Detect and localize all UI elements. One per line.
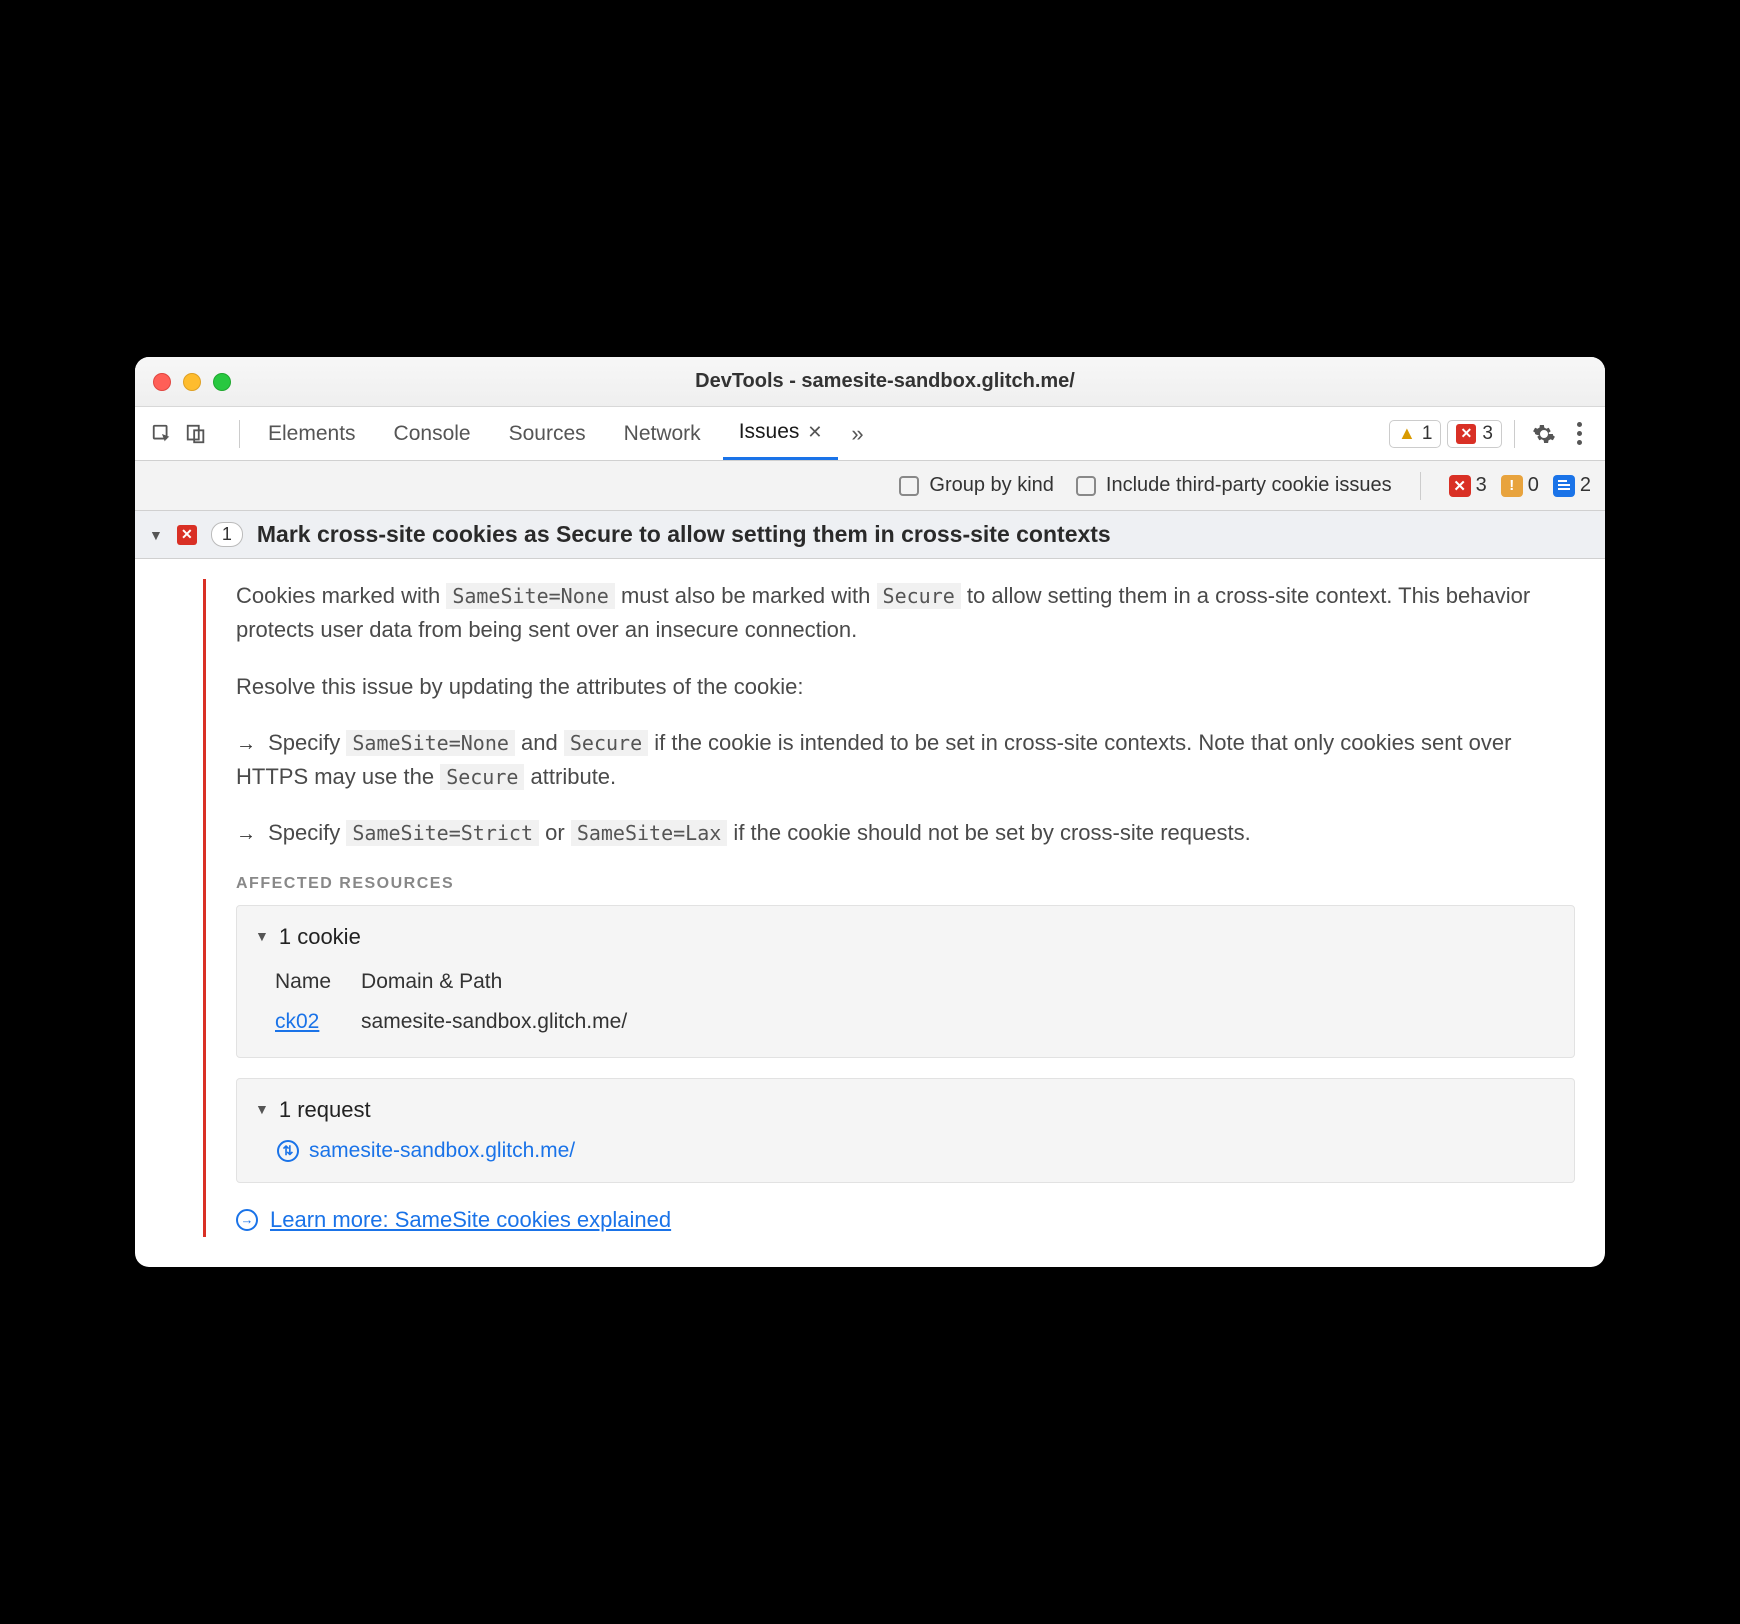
window-title: DevTools - samesite-sandbox.glitch.me/ — [243, 370, 1527, 393]
code: SameSite=None — [446, 583, 615, 609]
error-icon — [1456, 424, 1476, 444]
issue-resolve-intro: Resolve this issue by updating the attri… — [236, 670, 1575, 704]
affected-cookies-box: ▼ 1 cookie Name Domain & Path ck02 sames… — [236, 905, 1575, 1058]
tab-label: Issues — [739, 420, 800, 444]
learn-more-text: Learn more: SameSite cookies explained — [270, 1203, 671, 1237]
request-icon: ⇅ — [277, 1140, 299, 1162]
settings-icon[interactable] — [1527, 417, 1561, 451]
severity-bar — [203, 579, 206, 1236]
request-row[interactable]: ⇅ samesite-sandbox.glitch.me/ — [277, 1135, 1556, 1168]
code: Secure — [564, 730, 648, 756]
issue-title: Mark cross-site cookies as Secure to all… — [257, 521, 1111, 548]
more-tabs-icon[interactable]: » — [844, 421, 870, 447]
close-tab-icon[interactable]: ✕ — [807, 422, 822, 443]
affected-requests-box: ▼ 1 request ⇅ samesite-sandbox.glitch.me… — [236, 1078, 1575, 1183]
count: 3 — [1476, 474, 1487, 497]
code: SameSite=Strict — [346, 820, 539, 846]
zoom-window-button[interactable] — [213, 373, 231, 391]
issue-header[interactable]: ▼ 1 Mark cross-site cookies as Secure to… — [135, 511, 1605, 559]
titlebar: DevTools - samesite-sandbox.glitch.me/ — [135, 357, 1605, 407]
errors-badge[interactable]: 3 — [1447, 420, 1502, 448]
checkbox-icon — [899, 476, 919, 496]
tab-network[interactable]: Network — [608, 407, 717, 460]
kebab-menu-icon[interactable] — [1567, 422, 1591, 445]
cookie-domain: samesite-sandbox.glitch.me/ — [361, 1002, 657, 1043]
inspect-element-icon[interactable] — [149, 421, 175, 447]
cookie-name-link[interactable]: ck02 — [275, 1010, 319, 1033]
col-name: Name — [275, 962, 361, 1003]
group-by-kind-checkbox[interactable]: Group by kind — [899, 474, 1054, 497]
learn-more-link[interactable]: → Learn more: SameSite cookies explained — [236, 1203, 1575, 1237]
issue-description: Cookies marked with SameSite=None must a… — [236, 579, 1575, 647]
warning-filter[interactable]: 0 — [1501, 474, 1539, 497]
requests-header[interactable]: ▼ 1 request — [255, 1093, 1556, 1127]
code: SameSite=None — [346, 730, 515, 756]
count: 2 — [1580, 474, 1591, 497]
tab-issues[interactable]: Issues ✕ — [723, 407, 839, 460]
expand-icon: ▼ — [255, 926, 269, 948]
error-count: 3 — [1482, 423, 1493, 445]
checkbox-label: Group by kind — [929, 474, 1054, 497]
arrow-icon: → — [236, 733, 256, 755]
error-icon — [1449, 475, 1471, 497]
table-row: ck02 samesite-sandbox.glitch.me/ — [275, 1002, 657, 1043]
tab-label: Sources — [509, 422, 586, 446]
issues-toolbar: Group by kind Include third-party cookie… — [135, 461, 1605, 511]
divider — [1420, 472, 1421, 500]
error-filter[interactable]: 3 — [1449, 474, 1487, 497]
expand-icon: ▼ — [255, 1099, 269, 1121]
checkbox-label: Include third-party cookie issues — [1106, 474, 1392, 497]
issue-bullet: → Specify SameSite=None and Secure if th… — [236, 726, 1575, 794]
arrow-icon: → — [236, 823, 256, 845]
info-icon — [1553, 475, 1575, 497]
main-tabs: Elements Console Sources Network Issues … — [135, 407, 1605, 461]
close-window-button[interactable] — [153, 373, 171, 391]
cookies-header[interactable]: ▼ 1 cookie — [255, 920, 1556, 954]
error-icon — [177, 525, 197, 545]
divider — [239, 420, 240, 448]
include-third-party-checkbox[interactable]: Include third-party cookie issues — [1076, 474, 1392, 497]
count: 0 — [1528, 474, 1539, 497]
expand-icon: ▼ — [149, 527, 163, 543]
warning-count: 1 — [1422, 423, 1433, 445]
code: Secure — [440, 764, 524, 790]
tab-label: Console — [394, 422, 471, 446]
tab-sources[interactable]: Sources — [493, 407, 602, 460]
code: SameSite=Lax — [571, 820, 728, 846]
affected-resources-label: AFFECTED RESOURCES — [236, 872, 1575, 897]
code: Secure — [877, 583, 961, 609]
request-link[interactable]: samesite-sandbox.glitch.me/ — [309, 1135, 575, 1168]
divider — [1514, 420, 1515, 448]
header-text: 1 request — [279, 1093, 371, 1127]
issue-bullet: → Specify SameSite=Strict or SameSite=La… — [236, 816, 1575, 850]
issue-count-pill: 1 — [211, 522, 243, 547]
tab-console[interactable]: Console — [378, 407, 487, 460]
tab-label: Elements — [268, 422, 356, 446]
col-domain: Domain & Path — [361, 962, 657, 1003]
tab-elements[interactable]: Elements — [252, 407, 372, 460]
warning-icon — [1501, 475, 1523, 497]
minimize-window-button[interactable] — [183, 373, 201, 391]
checkbox-icon — [1076, 476, 1096, 496]
issue-body: Cookies marked with SameSite=None must a… — [135, 559, 1605, 1266]
traffic-lights — [153, 373, 231, 391]
warnings-badge[interactable]: ▲ 1 — [1389, 420, 1441, 448]
device-toolbar-icon[interactable] — [183, 421, 209, 447]
arrow-right-circle-icon: → — [236, 1209, 258, 1231]
warning-icon: ▲ — [1398, 423, 1416, 444]
tab-label: Network — [624, 422, 701, 446]
info-filter[interactable]: 2 — [1553, 474, 1591, 497]
header-text: 1 cookie — [279, 920, 361, 954]
devtools-window: DevTools - samesite-sandbox.glitch.me/ E… — [135, 357, 1605, 1266]
cookies-table: Name Domain & Path ck02 samesite-sandbox… — [275, 962, 657, 1043]
